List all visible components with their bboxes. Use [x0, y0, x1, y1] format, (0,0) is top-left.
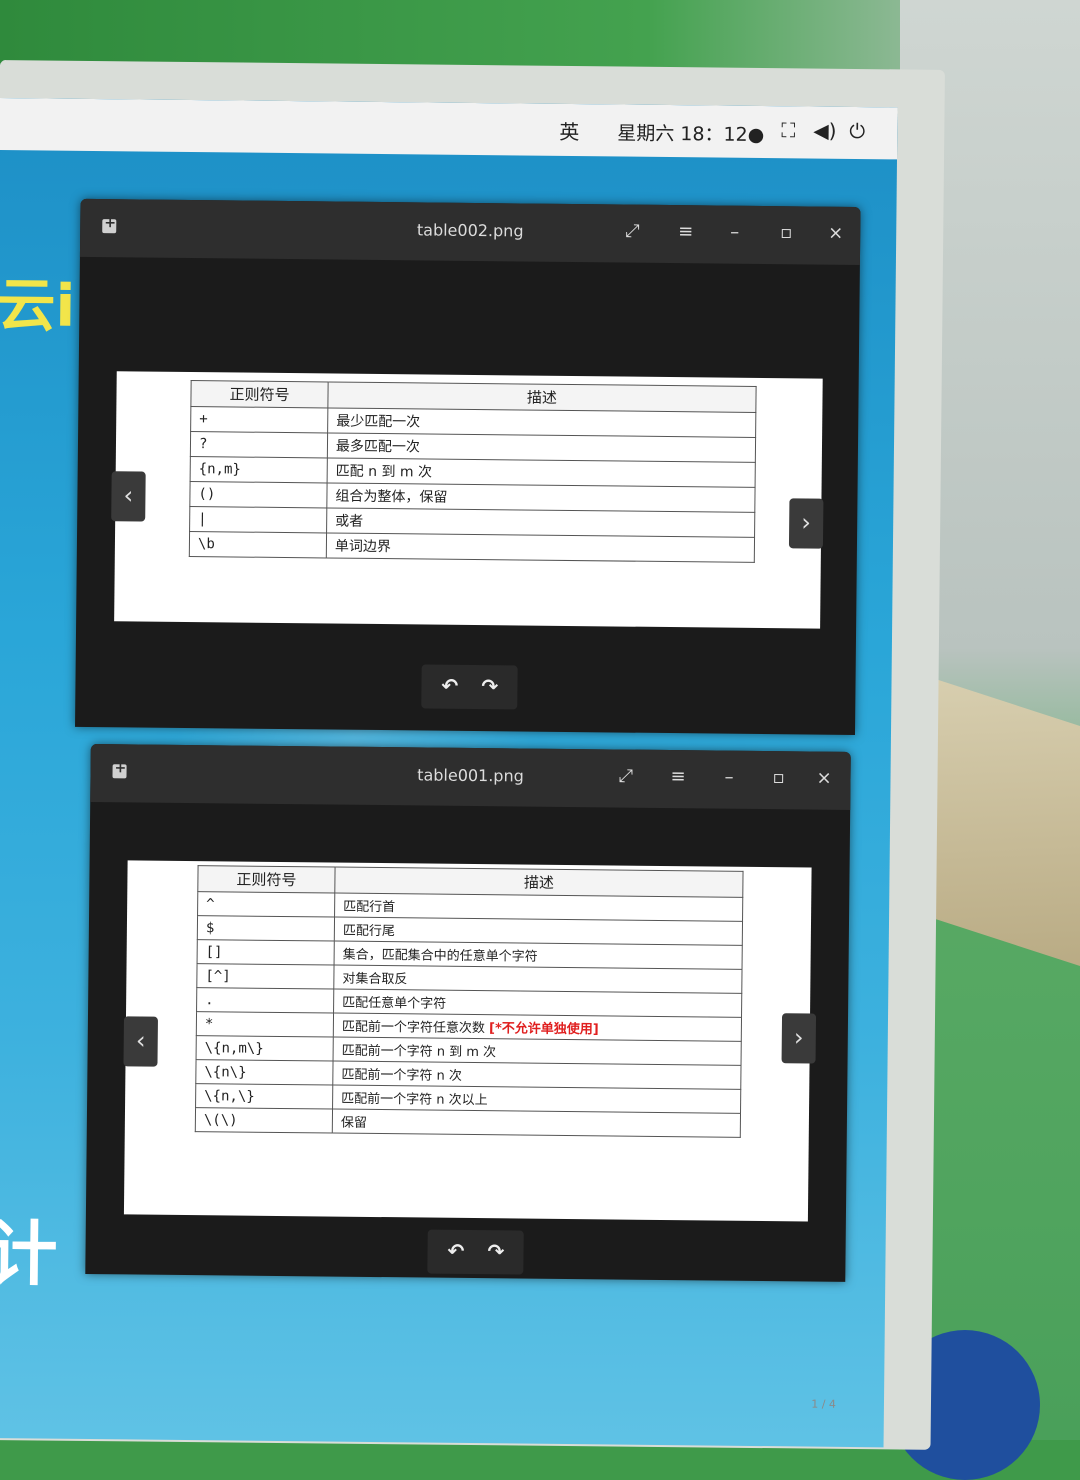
table-row: \(\) 保留 [195, 1107, 741, 1138]
slide-text-fragment-2: 计 [0, 1212, 58, 1296]
slide-text-fragment: 云i [0, 270, 76, 340]
input-method-indicator[interactable]: 英 [559, 116, 579, 145]
regex-description: 单词边界 [326, 532, 755, 563]
regex-symbol: \{n\} [195, 1059, 334, 1086]
close-icon[interactable]: × [828, 223, 843, 244]
regex-symbol: | [189, 506, 327, 533]
monitor-bezel: 云i 计 1 / 4 英 星期六 18：12● ⛶ ◀) ⏻ table002.… [0, 60, 945, 1450]
regex-symbol: $ [197, 915, 335, 942]
regex-symbol: . [196, 987, 334, 1014]
rotate-right-icon[interactable]: ↷ [487, 1239, 504, 1263]
regex-table: 正则符号 描述 + 最少匹配一次 ? 最多匹配一次 {n,m} 匹配 n 到 m… [188, 380, 757, 563]
regex-symbol: \{n,m\} [196, 1035, 334, 1062]
network-icon[interactable]: ⛶ [781, 118, 795, 142]
menu-icon[interactable]: ≡ [670, 766, 685, 787]
next-image-button[interactable]: › [781, 1013, 817, 1064]
window-title: table001.png [417, 765, 524, 786]
image-viewer-window-bottom[interactable]: table001.png ⤢ ≡ – ▫ × 正则符号 描述 ^ 匹配行首 [85, 743, 851, 1282]
rotate-toolbar: ↶ ↷ [421, 664, 518, 710]
volume-icon[interactable]: ◀) [813, 119, 836, 143]
window-title: table002.png [416, 220, 524, 241]
slide-page-indicator: 1 / 4 [811, 1397, 837, 1411]
system-top-bar: 英 星期六 18：12● ⛶ ◀) ⏻ [0, 97, 898, 160]
table-row: \b 单词边界 [189, 531, 755, 563]
regex-description-text: 匹配前一个字符任意次数 [341, 1019, 485, 1037]
regex-symbol: \{n,\} [195, 1083, 333, 1110]
previous-image-button[interactable]: ‹ [123, 1016, 158, 1067]
image-canvas: 正则符号 描述 ^ 匹配行首 $ 匹配行尾 [] 集合，匹配集合中的任意单个字符 [123, 860, 812, 1222]
rotate-left-icon[interactable]: ↶ [447, 1239, 464, 1263]
previous-image-button[interactable]: ‹ [111, 471, 146, 522]
regex-symbol: + [190, 406, 328, 433]
minimize-icon[interactable]: – [730, 222, 739, 243]
column-header-symbol: 正则符号 [190, 380, 329, 408]
warning-note: [*不允许单独使用] [488, 1021, 599, 1038]
regex-description: 保留 [332, 1109, 741, 1138]
regex-table: 正则符号 描述 ^ 匹配行首 $ 匹配行尾 [] 集合，匹配集合中的任意单个字符 [194, 865, 744, 1138]
desktop-screen: 云i 计 1 / 4 英 星期六 18：12● ⛶ ◀) ⏻ table002.… [0, 97, 898, 1448]
power-icon[interactable]: ⏻ [849, 119, 865, 143]
regex-symbol: [] [197, 939, 335, 966]
regex-symbol: \b [189, 531, 327, 558]
fullscreen-icon[interactable]: ⤢ [618, 766, 633, 787]
regex-symbol: \(\) [195, 1107, 333, 1134]
minimize-icon[interactable]: – [724, 767, 733, 788]
rotate-right-icon[interactable]: ↷ [481, 674, 498, 698]
rotate-left-icon[interactable]: ↶ [441, 674, 458, 698]
fullscreen-icon[interactable]: ⤢ [625, 221, 640, 242]
regex-symbol: ? [190, 431, 328, 458]
regex-symbol: () [189, 481, 328, 508]
menu-icon[interactable]: ≡ [678, 221, 693, 242]
regex-symbol: * [196, 1011, 334, 1038]
clock[interactable]: 星期六 18：12● [617, 118, 764, 147]
viewer-titlebar[interactable]: table002.png ⤢ ≡ – ▫ × [79, 198, 861, 266]
regex-symbol: {n,m} [190, 456, 328, 483]
next-image-button[interactable]: › [788, 498, 824, 549]
column-header-symbol: 正则符号 [197, 865, 336, 894]
viewer-titlebar[interactable]: table001.png ⤢ ≡ – ▫ × [90, 743, 851, 810]
close-icon[interactable]: × [816, 768, 831, 789]
maximize-icon[interactable]: ▫ [780, 222, 792, 243]
regex-symbol: ^ [197, 891, 335, 918]
regex-symbol: [^] [196, 963, 335, 990]
maximize-icon[interactable]: ▫ [772, 767, 784, 788]
image-viewer-window-top[interactable]: table002.png ⤢ ≡ – ▫ × 正则符号 描述 + 最少匹配一次 [75, 198, 861, 735]
image-canvas: 正则符号 描述 + 最少匹配一次 ? 最多匹配一次 {n,m} 匹配 n 到 m… [114, 371, 823, 629]
rotate-toolbar: ↶ ↷ [427, 1229, 524, 1275]
